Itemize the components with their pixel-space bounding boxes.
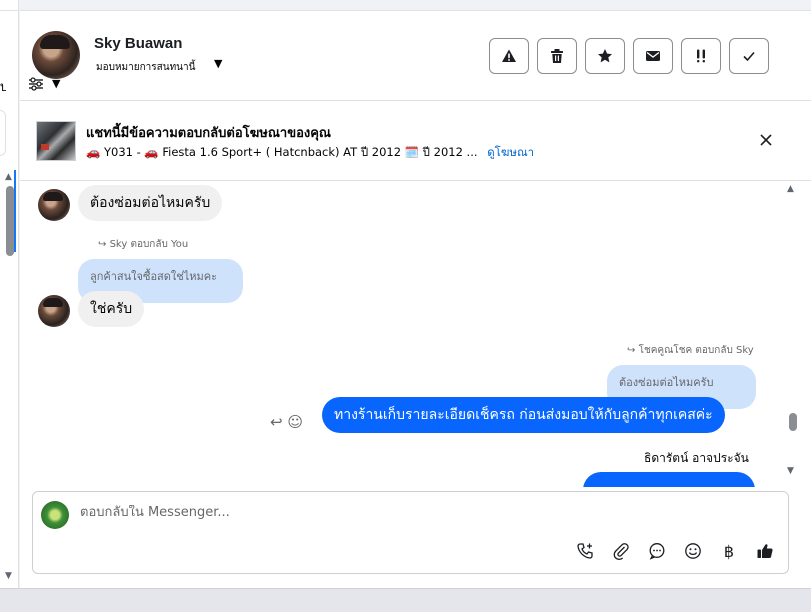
view-ad-link[interactable]: ดูโฆษณา (487, 145, 534, 159)
reply-arrow-icon: ↪ (98, 239, 107, 250)
reply-arrow-icon: ↪ (627, 345, 636, 356)
window-bottom-bar (0, 588, 811, 612)
conversation-header: Sky Buawan มอบหมายการสนทนานี้ ▼ ▼ (20, 11, 811, 101)
reply-meta-text: Sky ตอบกลับ You (109, 239, 189, 250)
star-icon (598, 49, 612, 63)
warning-icon (502, 49, 516, 62)
ad-banner-title: แชทนี้มีข้อความตอบกลับต่อโฆษณาของคุณ (86, 126, 331, 141)
chat-bubble-icon[interactable] (646, 540, 668, 562)
chat-scroll-up-arrow-icon[interactable]: ▲ (787, 184, 794, 194)
follow-up-button[interactable] (681, 38, 721, 74)
contact-avatar-small[interactable] (38, 295, 70, 327)
ad-reply-banner: แชทนี้มีข้อความตอบกลับต่อโฆษณาของคุณ 🚗 Y… (20, 101, 811, 181)
sidebar-scrollbar-thumb[interactable] (6, 186, 14, 256)
page-avatar (41, 501, 69, 529)
contact-avatar-small[interactable] (38, 189, 70, 221)
divider (0, 10, 19, 11)
assign-conversation-label[interactable]: มอบหมายการสนทนานี้ (96, 60, 195, 75)
ad-details-text: 🚗 Y031 - 🚗 Fiesta 1.6 Sport+ ( Hatcnback… (86, 145, 478, 159)
report-button[interactable] (489, 38, 529, 74)
star-button[interactable] (585, 38, 625, 74)
baht-icon[interactable]: ฿ (718, 540, 740, 562)
incoming-message[interactable]: ใช่ครับ (78, 291, 145, 327)
mark-done-button[interactable] (729, 38, 769, 74)
contact-name[interactable]: Sky Buawan (94, 35, 182, 52)
outgoing-message[interactable]: ทางร้านเก็บรายละเอียดเช็ครถ ก่อนส่งมอบให… (322, 397, 725, 433)
chat-scrollbar-thumb[interactable] (789, 413, 797, 431)
delete-button[interactable] (537, 38, 577, 74)
outgoing-message-partial[interactable] (583, 472, 755, 487)
conversation-panel: Sky Buawan มอบหมายการสนทนานี้ ▼ ▼ แชทนี้… (20, 10, 811, 588)
envelope-icon (646, 51, 660, 61)
conversation-list-edge: บ ▲ ▼ (0, 0, 19, 588)
call-plus-icon[interactable] (574, 540, 596, 562)
mark-unread-button[interactable] (633, 38, 673, 74)
chat-scroll-down-arrow-icon[interactable]: ▼ (787, 466, 794, 476)
message-actions: ↩ ☺ (270, 413, 303, 431)
active-conversation-indicator (14, 170, 16, 252)
filter-chevron-down-icon[interactable]: ▼ (52, 77, 60, 90)
contact-avatar[interactable] (32, 31, 80, 79)
scroll-down-arrow-icon[interactable]: ▼ (5, 571, 12, 581)
message-thread: ต้องซ่อมต่อไหมครับ ↪ Sky ตอบกลับ You ลูก… (20, 181, 790, 487)
messenger-inbox-window: บ ▲ ▼ Sky Buawan มอบหมายการสนทนานี้ ▼ ▼ (0, 0, 811, 612)
react-emoji-icon[interactable]: ☺ (287, 413, 303, 431)
emoji-icon[interactable] (682, 540, 704, 562)
scroll-up-arrow-icon[interactable]: ▲ (5, 172, 12, 182)
close-icon[interactable] (757, 131, 775, 149)
trash-icon (551, 49, 563, 63)
clipped-sidebar-text: บ (0, 80, 6, 95)
chevron-down-icon[interactable]: ▼ (214, 57, 222, 70)
ad-thumbnail-image[interactable] (36, 121, 76, 161)
double-exclamation-icon (697, 49, 705, 63)
filter-sliders-icon[interactable] (28, 77, 44, 91)
ad-banner-details: 🚗 Y031 - 🚗 Fiesta 1.6 Sport+ ( Hatcnback… (86, 144, 534, 162)
conversation-card-edge[interactable] (0, 110, 6, 156)
reply-icon[interactable]: ↩ (270, 413, 283, 431)
message-composer: ฿ (32, 491, 789, 574)
reply-meta-text: โชคคูณโชค ตอบกลับ Sky (638, 345, 754, 356)
reply-input[interactable] (80, 505, 680, 520)
header-action-buttons (489, 38, 769, 74)
reply-meta: ↪ Sky ตอบกลับ You (98, 237, 188, 252)
sender-name: ธิดารัตน์ อาจประจัน (644, 451, 749, 465)
composer-tools: ฿ (574, 540, 776, 562)
incoming-message[interactable]: ต้องซ่อมต่อไหมครับ (78, 185, 223, 221)
reply-meta: ↪ โชคคูณโชค ตอบกลับ Sky (627, 343, 754, 358)
thumbs-up-icon[interactable] (754, 540, 776, 562)
attachment-icon[interactable] (610, 540, 632, 562)
check-icon (743, 51, 755, 62)
